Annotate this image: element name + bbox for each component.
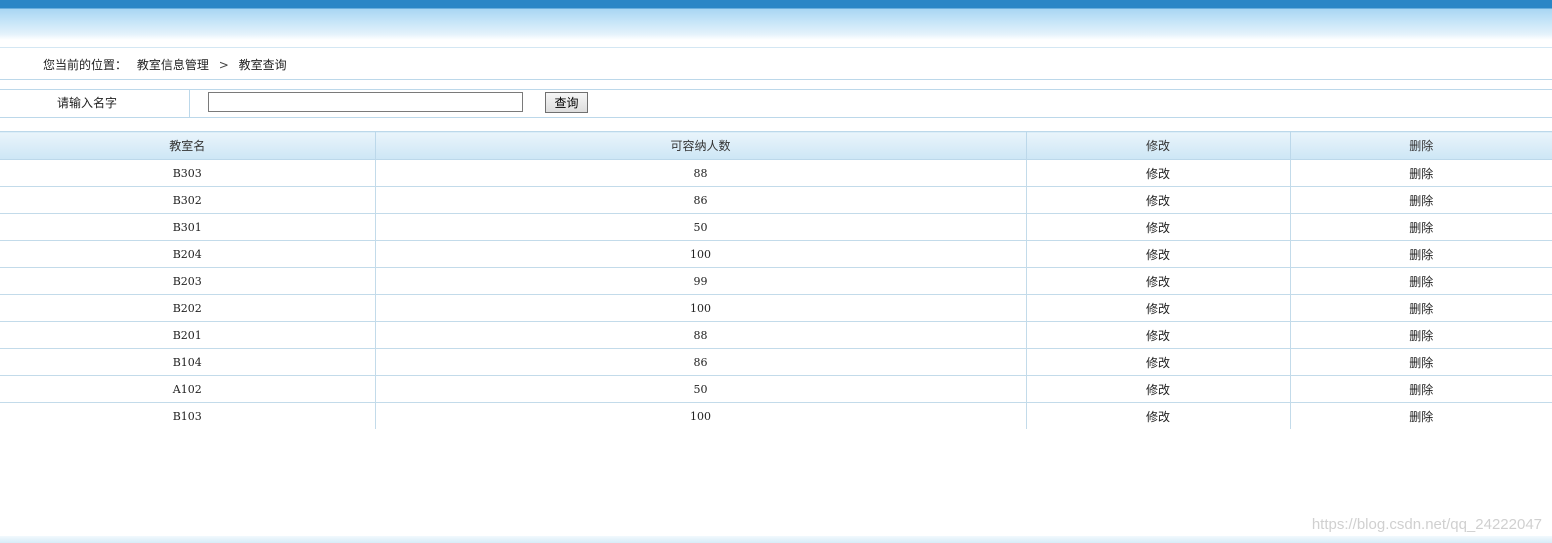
- delete-link[interactable]: 删除: [1290, 240, 1552, 268]
- column-header-capacity: 可容纳人数: [375, 131, 1027, 160]
- table-row: B203 99 修改 删除: [0, 267, 1552, 295]
- edit-link[interactable]: 修改: [1026, 348, 1291, 376]
- search-button[interactable]: 查询: [545, 92, 588, 113]
- classroom-table: 教室名 可容纳人数 修改 删除 B303 88 修改 删除 B302 86 修改…: [0, 131, 1552, 429]
- breadcrumb-bar: 您当前的位置： 教室信息管理 > 教室查询: [0, 47, 1552, 80]
- edit-link[interactable]: 修改: [1026, 402, 1291, 429]
- footer-bar: [0, 536, 1552, 543]
- classroom-name-cell: B303: [0, 159, 376, 187]
- classroom-name-cell: B103: [0, 402, 376, 429]
- edit-link[interactable]: 修改: [1026, 240, 1291, 268]
- classroom-name-cell: B104: [0, 348, 376, 376]
- edit-link[interactable]: 修改: [1026, 321, 1291, 349]
- breadcrumb-item-section[interactable]: 教室信息管理: [137, 58, 209, 72]
- edit-link[interactable]: 修改: [1026, 375, 1291, 403]
- capacity-cell: 86: [375, 348, 1027, 376]
- capacity-cell: 100: [375, 402, 1027, 429]
- table-row: B303 88 修改 删除: [0, 159, 1552, 187]
- table-row: A102 50 修改 删除: [0, 375, 1552, 403]
- watermark: https://blog.csdn.net/qq_24222047: [1311, 516, 1542, 533]
- column-header-classroom-name: 教室名: [0, 131, 376, 160]
- delete-link[interactable]: 删除: [1290, 348, 1552, 376]
- table-row: B204 100 修改 删除: [0, 240, 1552, 268]
- delete-link[interactable]: 删除: [1290, 321, 1552, 349]
- classroom-name-cell: B301: [0, 213, 376, 241]
- capacity-cell: 88: [375, 159, 1027, 187]
- edit-link[interactable]: 修改: [1026, 186, 1291, 214]
- edit-link[interactable]: 修改: [1026, 294, 1291, 322]
- search-bar: 请输入名字 查询: [0, 89, 1552, 118]
- capacity-cell: 100: [375, 240, 1027, 268]
- capacity-cell: 88: [375, 321, 1027, 349]
- table-row: B104 86 修改 删除: [0, 348, 1552, 376]
- delete-link[interactable]: 删除: [1290, 186, 1552, 214]
- breadcrumb-item-current: 教室查询: [238, 58, 287, 72]
- table-row: B103 100 修改 删除: [0, 402, 1552, 430]
- table-row: B301 50 修改 删除: [0, 213, 1552, 241]
- classroom-name-cell: B202: [0, 294, 376, 322]
- classroom-name-cell: B204: [0, 240, 376, 268]
- table-row: B202 100 修改 删除: [0, 294, 1552, 322]
- delete-link[interactable]: 删除: [1290, 159, 1552, 187]
- capacity-cell: 99: [375, 267, 1027, 295]
- table-header-row: 教室名 可容纳人数 修改 删除: [0, 131, 1552, 160]
- breadcrumb-prefix: 您当前的位置：: [43, 58, 128, 72]
- classroom-name-cell: B302: [0, 186, 376, 214]
- classroom-name-cell: B203: [0, 267, 376, 295]
- capacity-cell: 50: [375, 213, 1027, 241]
- column-header-edit: 修改: [1026, 131, 1291, 160]
- delete-link[interactable]: 删除: [1290, 213, 1552, 241]
- classroom-name-cell: B201: [0, 321, 376, 349]
- search-label: 请输入名字: [57, 96, 118, 110]
- breadcrumb-separator: >: [218, 58, 229, 72]
- classroom-name-cell: A102: [0, 375, 376, 403]
- breadcrumb: 您当前的位置： 教室信息管理 > 教室查询: [43, 56, 287, 73]
- capacity-cell: 86: [375, 186, 1027, 214]
- capacity-cell: 100: [375, 294, 1027, 322]
- table-row: B201 88 修改 删除: [0, 321, 1552, 349]
- delete-link[interactable]: 删除: [1290, 294, 1552, 322]
- table-row: B302 86 修改 删除: [0, 186, 1552, 214]
- delete-link[interactable]: 删除: [1290, 375, 1552, 403]
- search-input[interactable]: [208, 92, 523, 112]
- capacity-cell: 50: [375, 375, 1027, 403]
- delete-link[interactable]: 删除: [1290, 403, 1552, 430]
- search-label-cell: 请输入名字: [0, 90, 190, 117]
- delete-link[interactable]: 删除: [1290, 267, 1552, 295]
- edit-link[interactable]: 修改: [1026, 267, 1291, 295]
- edit-link[interactable]: 修改: [1026, 213, 1291, 241]
- edit-link[interactable]: 修改: [1026, 159, 1291, 187]
- header-banner: [0, 0, 1552, 40]
- column-header-delete: 删除: [1290, 131, 1552, 160]
